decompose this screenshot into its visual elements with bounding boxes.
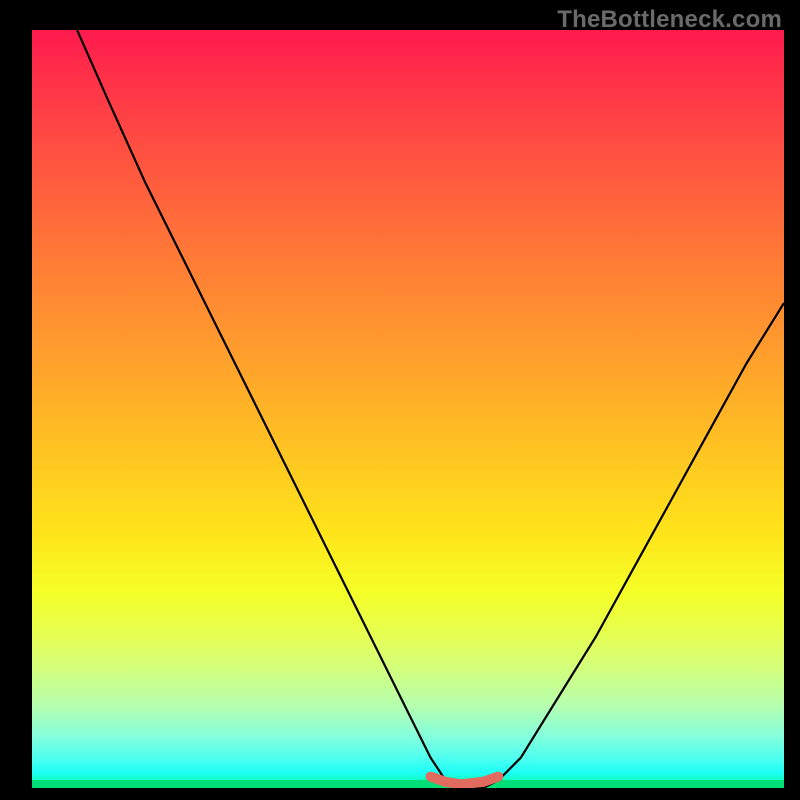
optimal-zone-highlight [431, 777, 499, 785]
plot-area [32, 30, 784, 788]
chart-frame: TheBottleneck.com [0, 0, 800, 800]
watermark-text: TheBottleneck.com [557, 6, 782, 34]
curve-path [77, 30, 784, 788]
bottleneck-curve [32, 30, 784, 788]
